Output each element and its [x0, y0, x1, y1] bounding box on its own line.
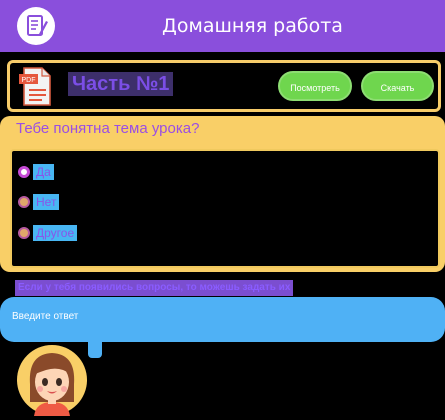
- pdf-file-icon: PDF: [18, 67, 54, 107]
- question-title: Тебе понятна тема урока?: [16, 120, 200, 137]
- page-title: Домашняя работа: [162, 15, 343, 37]
- option-other[interactable]: Другое: [18, 224, 78, 242]
- svg-text:PDF: PDF: [22, 77, 36, 84]
- option-yes[interactable]: Да: [18, 163, 54, 181]
- option-label: Да: [33, 164, 54, 180]
- option-label: Другое: [33, 225, 78, 241]
- radio-unchecked-icon[interactable]: [18, 227, 30, 239]
- notepad-pencil-icon: [17, 7, 55, 45]
- bubble-tail: [88, 336, 102, 358]
- answer-input[interactable]: [10, 304, 434, 328]
- radio-unchecked-icon[interactable]: [18, 196, 30, 208]
- download-button[interactable]: Скачать: [361, 71, 434, 101]
- file-card: PDF Часть №1 Посмотреть Скачать: [7, 60, 441, 112]
- option-no[interactable]: Нет: [18, 193, 60, 211]
- question-prompt: Если у тебя появились вопросы, то можешь…: [15, 280, 294, 296]
- file-name[interactable]: Часть №1: [68, 72, 174, 96]
- radio-checked-icon[interactable]: [18, 166, 30, 178]
- view-button[interactable]: Посмотреть: [278, 71, 352, 101]
- girl-avatar-icon: [16, 344, 88, 416]
- question-options: Да Нет Другое: [10, 149, 440, 268]
- app-header: Домашняя работа: [0, 0, 445, 52]
- option-label: Нет: [33, 194, 60, 210]
